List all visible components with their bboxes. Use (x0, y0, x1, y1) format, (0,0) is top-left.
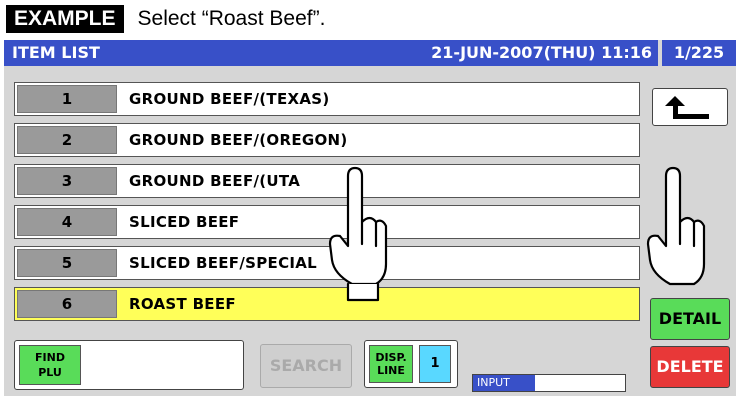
input-label: INPUT (473, 375, 535, 391)
find-plu-label: FIND PLU (19, 345, 81, 385)
title-bar: ITEM LIST 21-JUN-2007(THU) 11:16 (4, 40, 658, 66)
item-name: GROUND BEEF/(TEXAS) (129, 90, 330, 108)
example-caption: EXAMPLE Select “Roast Beef”. (6, 4, 325, 34)
date-time: 21-JUN-2007(THU) 11:16 (431, 43, 652, 62)
find-plu-field[interactable]: FIND PLU (14, 340, 244, 390)
return-arrow-icon (665, 96, 709, 119)
list-item[interactable]: 1 GROUND BEEF/(TEXAS) (14, 82, 640, 116)
delete-button[interactable]: DELETE (650, 346, 730, 388)
page-indicator: 1/225 (662, 40, 736, 66)
item-name: ROAST BEEF (129, 295, 236, 313)
item-name: SLICED BEEF/SPECIAL (129, 254, 318, 272)
disp-line-value: 1 (419, 345, 451, 383)
find-plu-label-line1: FIND (35, 351, 65, 364)
item-number: 5 (17, 249, 117, 277)
example-tag: EXAMPLE (6, 5, 124, 33)
item-number: 6 (17, 290, 117, 318)
item-number: 1 (17, 85, 117, 113)
pointing-hand-icon (328, 166, 388, 302)
item-number: 4 (17, 208, 117, 236)
disp-line-label-line1: DISP. (375, 351, 407, 364)
list-item[interactable]: 2 GROUND BEEF/(OREGON) (14, 123, 640, 157)
pointing-hand-icon (646, 166, 706, 286)
disp-line-label: DISP. LINE (369, 345, 413, 383)
back-button[interactable] (652, 88, 728, 126)
disp-line-control[interactable]: DISP. LINE 1 (364, 340, 458, 388)
detail-button[interactable]: DETAIL (650, 298, 730, 340)
item-number: 2 (17, 126, 117, 154)
example-instruction: Select “Roast Beef”. (137, 7, 326, 30)
find-plu-label-line2: PLU (38, 366, 62, 379)
disp-line-label-line2: LINE (377, 364, 405, 377)
item-name: GROUND BEEF/(OREGON) (129, 131, 348, 149)
item-number: 3 (17, 167, 117, 195)
input-field[interactable]: INPUT (472, 374, 626, 392)
search-button[interactable]: SEARCH (260, 344, 352, 388)
screen-title: ITEM LIST (12, 43, 100, 62)
item-name: SLICED BEEF (129, 213, 240, 231)
item-name: GROUND BEEF/(UTA (129, 172, 301, 190)
